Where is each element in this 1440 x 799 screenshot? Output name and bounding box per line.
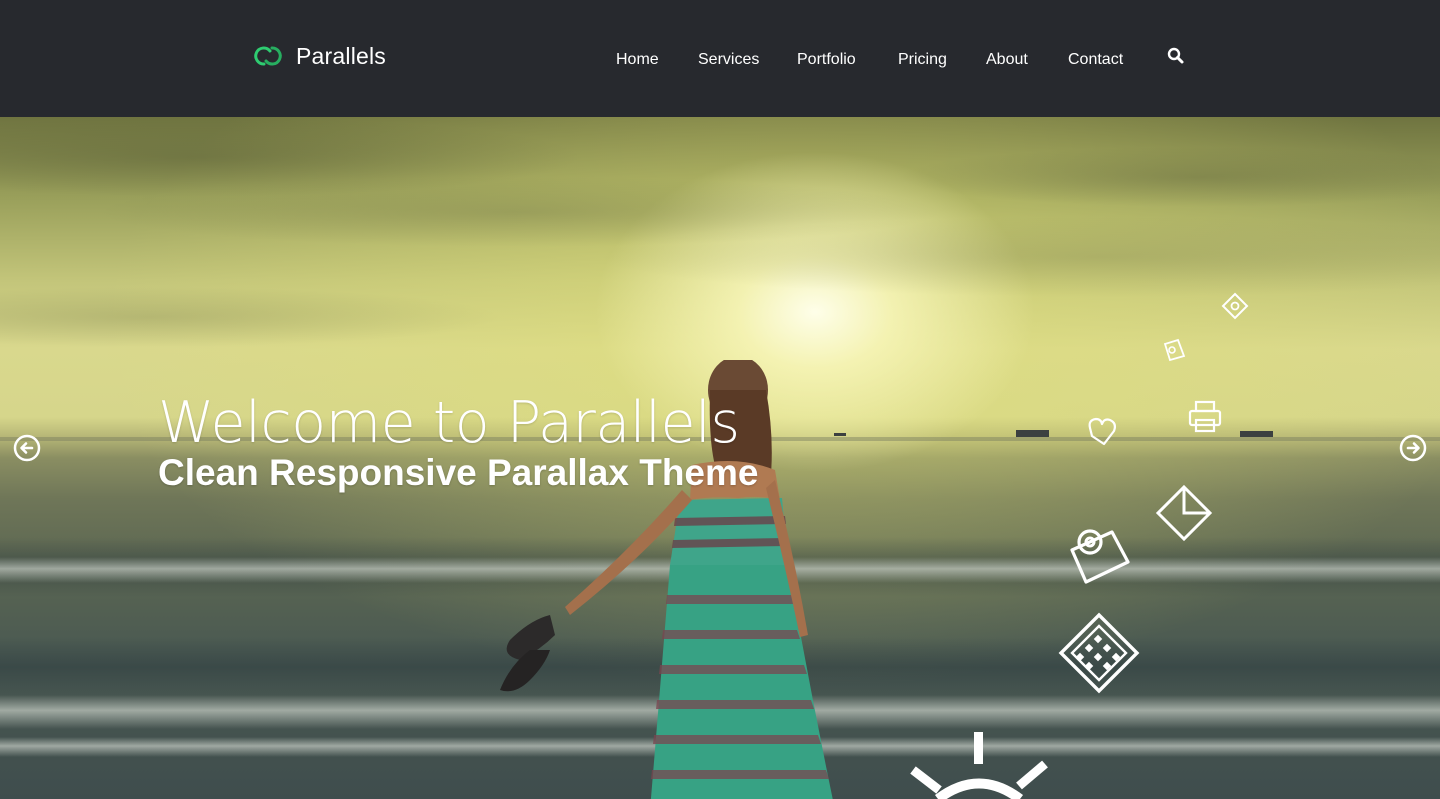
nav-pricing[interactable]: Pricing [898,47,947,73]
search-icon[interactable] [1166,46,1186,66]
hero-subtitle: Clean Responsive Parallax Theme [158,452,759,493]
site-header: Parallels Home Services Portfolio Pricin… [0,0,1440,117]
ship [1016,430,1049,437]
nav-portfolio[interactable]: Portfolio [797,47,856,73]
heart-icon [1088,417,1116,446]
tag-icon [1221,292,1249,320]
nav-contact[interactable]: Contact [1068,47,1123,73]
hero-slider: Welcome to Parallels Clean Responsive Pa… [0,117,1440,799]
main-nav: Home Services Portfolio Pricing About Co… [0,47,1440,73]
nav-home[interactable]: Home [616,47,659,73]
nav-about[interactable]: About [986,47,1028,73]
lightbulb-icon [910,732,1048,799]
hero-title: Welcome to Parallels [158,390,740,456]
photo-icon [1070,529,1130,584]
nav-services[interactable]: Services [698,47,759,73]
arrow-right-circle-icon[interactable] [1399,434,1427,462]
arrow-left-circle-icon[interactable] [13,434,41,462]
tag-icon [1163,338,1186,362]
envelope-icon [1155,484,1213,542]
calendar-icon [1058,612,1140,694]
ship [1240,431,1273,437]
printer-icon [1188,400,1222,433]
